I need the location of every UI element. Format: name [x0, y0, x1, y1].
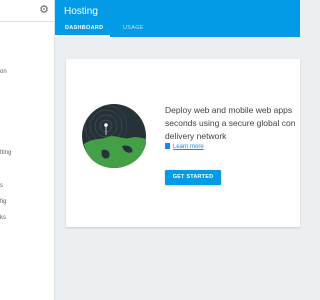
- sidebar-item[interactable]: fig: [0, 199, 6, 205]
- learn-more-label: Learn more: [173, 144, 204, 150]
- sidebar: ⚙ on tting s fig ks: [0, 0, 55, 300]
- tab-usage[interactable]: USAGE: [123, 25, 144, 31]
- globe-illustration: [82, 104, 146, 168]
- doc-icon: [165, 143, 170, 149]
- sidebar-item[interactable]: tting: [0, 150, 11, 156]
- learn-more-link[interactable]: Learn more: [165, 143, 204, 150]
- tab-dashboard[interactable]: DASHBOARD: [65, 25, 103, 31]
- description-line: seconds using a secure global con: [165, 118, 296, 128]
- sidebar-item[interactable]: on: [0, 69, 7, 75]
- get-started-button[interactable]: GET STARTED: [165, 170, 221, 185]
- sidebar-item[interactable]: s: [0, 183, 3, 189]
- description-line: delivery network: [165, 131, 227, 141]
- hosting-intro-card: Deploy web and mobile web apps seconds u…: [66, 59, 300, 227]
- active-tab-indicator: [55, 35, 110, 37]
- description-line: Deploy web and mobile web apps: [165, 105, 293, 115]
- gear-icon[interactable]: ⚙: [38, 4, 50, 16]
- page-title: Hosting: [64, 6, 98, 17]
- sidebar-item[interactable]: ks: [0, 215, 6, 221]
- page-header: Hosting DASHBOARD USAGE: [55, 0, 300, 37]
- description: Deploy web and mobile web apps seconds u…: [165, 104, 300, 143]
- sidebar-header: ⚙: [0, 0, 55, 22]
